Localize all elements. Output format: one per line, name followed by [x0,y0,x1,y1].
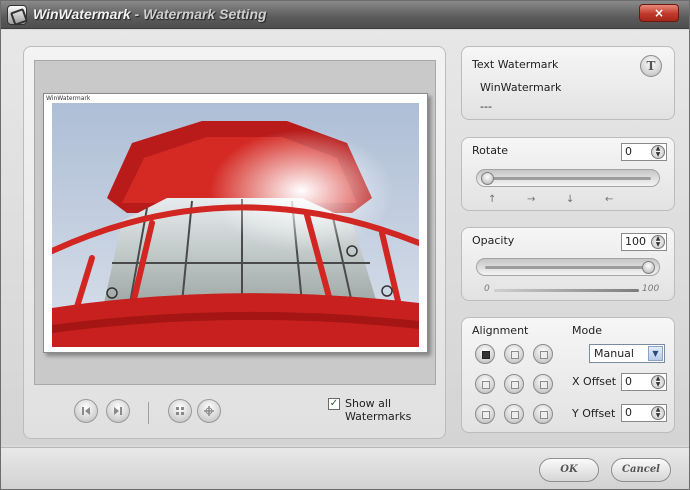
lighthouse-photo [52,103,419,347]
opacity-slider-thumb[interactable] [642,261,655,274]
y-offset-value[interactable]: 0 [625,406,632,419]
slider-groove [485,177,651,180]
show-all-watermarks-checkbox[interactable]: ✓ [328,398,340,410]
preview-toolbar: ✓ Show all Watermarks [34,392,436,430]
ok-button[interactable]: OK [539,458,599,482]
mode-selected-value: Manual [594,347,634,360]
rotate-down-icon[interactable]: ↓ [566,194,574,205]
alignment-button[interactable] [475,404,495,424]
y-offset-label: Y Offset [572,407,616,420]
opacity-panel: Opacity 100 ▲ ▼ 0 100 [461,227,675,301]
text-watermark-title: Text Watermark [472,58,559,71]
alignment-button[interactable] [475,344,495,364]
cancel-button[interactable]: Cancel [611,458,671,482]
preview-canvas: WinWatermark [34,60,436,385]
title-bar[interactable]: WinWatermark - Watermark Setting × [1,1,689,29]
rotate-value[interactable]: 0 [625,145,632,158]
rotate-right-icon[interactable]: → [527,194,535,205]
show-all-watermarks-label[interactable]: Show all Watermarks [345,397,436,423]
opacity-scale [494,289,639,292]
slider-groove [485,266,651,269]
watermark-setting-window: WinWatermark - Watermark Setting × WinWa… [0,0,690,490]
title-separator: - [134,6,140,22]
opacity-scale-max: 100 [642,284,660,294]
close-button[interactable]: × [639,4,679,22]
alignment-button[interactable] [504,344,524,364]
alignment-button[interactable] [533,404,553,424]
opacity-title: Opacity [472,234,515,247]
spinner-arrows-icon[interactable]: ▲ ▼ [651,375,665,389]
x-offset-spinner[interactable]: 0 ▲ ▼ [621,373,667,391]
spinner-arrows-icon[interactable]: ▲ ▼ [651,145,665,159]
app-icon [7,5,27,25]
spinner-arrows-icon[interactable]: ▲ ▼ [651,406,665,420]
rotate-panel: Rotate 0 ▲ ▼ ↑ → ↓ ← [461,137,675,211]
text-watermark-panel: Text Watermark T WinWatermark --- [461,46,675,120]
title-suffix: Watermark Setting [143,6,267,22]
rotate-up-icon[interactable]: ↑ [488,194,496,205]
photo-frame: WinWatermark [43,93,428,353]
opacity-spinner[interactable]: 100 ▲ ▼ [621,233,667,251]
alignment-panel: Alignment Mode Manual ▼ X Offset 0 ▲ ▼ Y … [461,317,675,433]
last-page-button[interactable] [106,399,130,423]
text-watermark-line-1: WinWatermark [480,81,562,94]
watermark-overlay-text[interactable]: WinWatermark [46,95,90,102]
opacity-value[interactable]: 100 [625,235,646,248]
x-offset-label: X Offset [572,375,617,388]
opacity-scale-min: 0 [484,284,490,294]
main-area: WinWatermark ✓ Show all Watermarks Text … [1,30,689,445]
alignment-button[interactable] [504,374,524,394]
rotate-title: Rotate [472,144,509,157]
alignment-button[interactable] [533,344,553,364]
text-watermark-line-2: --- [480,100,492,113]
alignment-button[interactable] [504,404,524,424]
rotate-slider[interactable] [476,169,660,187]
spinner-arrows-icon[interactable]: ▲ ▼ [651,235,665,249]
last-page-icon [114,407,122,415]
alignment-button[interactable] [533,374,553,394]
chevron-down-icon[interactable]: ▼ [648,346,663,361]
x-offset-value[interactable]: 0 [625,375,632,388]
fit-to-window-button[interactable] [168,399,192,423]
edit-text-button[interactable]: T [640,55,662,77]
mode-title: Mode [572,324,602,337]
lighthouse-image [52,103,419,347]
actual-size-icon [204,406,214,416]
alignment-button[interactable] [475,374,495,394]
first-page-button[interactable] [74,399,98,423]
mode-select[interactable]: Manual ▼ [589,344,665,363]
rotate-left-icon[interactable]: ← [605,194,613,205]
rotate-spinner[interactable]: 0 ▲ ▼ [621,143,667,161]
actual-size-button[interactable] [197,399,221,423]
opacity-slider[interactable] [476,258,660,276]
first-page-icon [82,407,90,415]
window-title: WinWatermark - Watermark Setting [33,6,267,22]
toolbar-separator [148,402,149,424]
rotate-slider-thumb[interactable] [481,172,494,185]
alignment-title: Alignment [472,324,529,337]
app-name: WinWatermark [33,6,131,22]
dialog-footer: OK Cancel [1,447,689,489]
y-offset-spinner[interactable]: 0 ▲ ▼ [621,404,667,422]
fit-icon [176,407,184,415]
preview-panel: WinWatermark ✓ Show all Watermarks [23,46,446,439]
